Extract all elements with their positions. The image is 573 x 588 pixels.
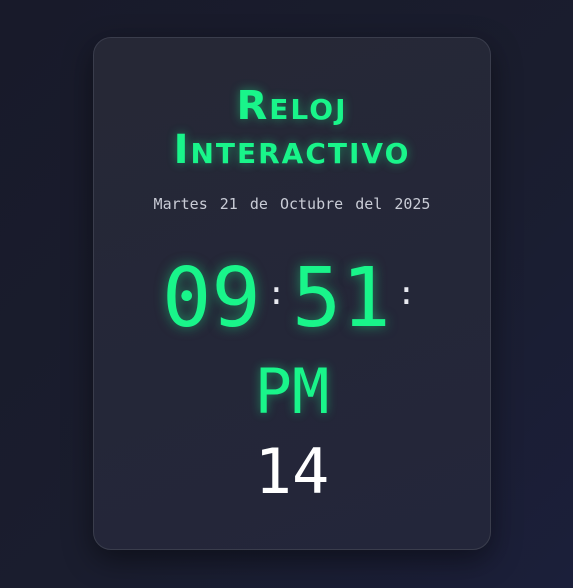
clock-title-line2: Interactivo (173, 127, 411, 173)
date-display: Martes 21 de Octubre del 2025 (153, 195, 431, 213)
clock-card: Reloj Interactivo Martes 21 de Octubre d… (93, 37, 491, 550)
seconds-display: 14 (254, 435, 330, 508)
clock-title: Reloj Interactivo (94, 84, 490, 172)
clock-title-line1: Reloj (236, 83, 348, 129)
minutes-seconds-separator: : (396, 274, 417, 312)
hours-minutes-separator: : (266, 274, 286, 312)
hours-display: 09 (161, 251, 261, 346)
am-pm-display: PM (254, 355, 330, 428)
time-display: 09:51: (94, 253, 490, 345)
minutes-display: 51 (292, 251, 391, 346)
